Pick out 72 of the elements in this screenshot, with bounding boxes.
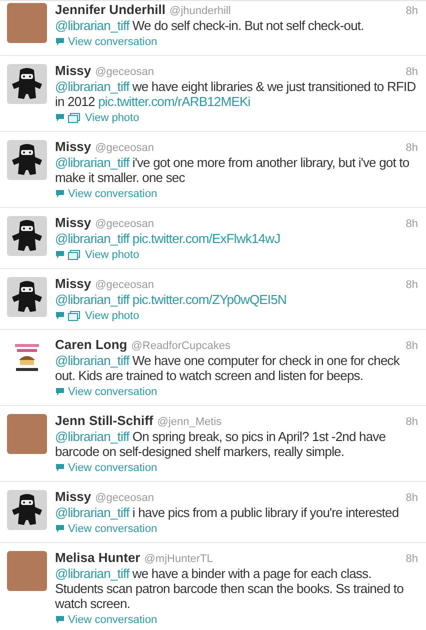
mention-link[interactable]: @librarian_tiff xyxy=(55,505,130,520)
speech-bubble-icon xyxy=(55,250,65,260)
photo-link[interactable]: pic.twitter.com/ZYp0wQEI5N xyxy=(132,292,286,307)
speech-bubble-icon xyxy=(55,524,65,534)
timestamp[interactable]: 8h xyxy=(406,552,418,566)
mention-link[interactable]: @librarian_tiff xyxy=(55,429,130,444)
mention-link[interactable]: @librarian_tiff xyxy=(55,292,130,307)
user-name[interactable]: Missy xyxy=(55,64,92,78)
view-conversation-link[interactable]: View conversation xyxy=(55,35,158,49)
timestamp[interactable]: 8h xyxy=(406,339,418,353)
photo-link[interactable]: pic.twitter.com/rARB12MEKi xyxy=(98,94,250,109)
speech-bubble-icon xyxy=(55,387,65,397)
speech-bubble-icon xyxy=(55,37,65,47)
user-name[interactable]: Melisa Hunter xyxy=(55,551,140,565)
photo-link[interactable]: pic.twitter.com/ExFlwk14wJ xyxy=(132,231,280,246)
view-conversation-link[interactable]: View conversation xyxy=(55,385,158,399)
mention-link[interactable]: @librarian_tiff xyxy=(55,79,130,94)
timestamp[interactable]: 8h xyxy=(406,65,418,79)
user-name[interactable]: Jennifer Underhill xyxy=(55,3,166,17)
speech-bubble-icon xyxy=(55,615,65,625)
view-conversation-link[interactable]: View conversation xyxy=(55,461,158,475)
speech-bubble-icon xyxy=(55,189,65,199)
tweet-text: @librarian_tiff On spring break, so pics in April? 1st -2nd have barcode on self-designed shelf markers, really simple. xyxy=(55,429,387,459)
image-icon xyxy=(68,311,80,321)
view-conversation-link[interactable]: View conversation xyxy=(55,187,158,201)
speech-bubble-icon xyxy=(55,463,65,473)
view-conversation-link[interactable]: View conversation xyxy=(55,522,158,536)
user-name[interactable]: Missy xyxy=(55,277,92,291)
user-handle: @geceosan xyxy=(95,141,154,155)
timestamp[interactable]: 8h xyxy=(406,141,418,155)
timestamp[interactable]: 8h xyxy=(406,415,418,429)
user-handle: @geceosan xyxy=(95,491,154,505)
speech-bubble-icon xyxy=(55,113,65,123)
user-name[interactable]: Missy xyxy=(55,490,92,504)
speech-bubble-icon xyxy=(55,311,65,321)
tweet-text: @librarian_tiff We have one computer for check in one for check out. Kids are trained to watch screen and listen for beeps. xyxy=(55,353,401,383)
user-handle: @geceosan xyxy=(95,217,154,231)
user-name[interactable]: Missy xyxy=(55,216,92,230)
tweet-text: @librarian_tiff i have pics from a public library if you're interested xyxy=(55,505,400,520)
user-handle: @geceosan xyxy=(95,65,154,79)
mention-link[interactable]: @librarian_tiff xyxy=(55,353,130,368)
user-handle: @jenn_Metis xyxy=(157,415,222,429)
ninja-doll-avatar-icon[interactable] xyxy=(7,140,47,180)
mention-link[interactable]: @librarian_tiff xyxy=(55,155,130,170)
user-handle: @ReadforCupcakes xyxy=(131,339,230,353)
user-handle: @geceosan xyxy=(95,278,154,292)
tweet-text: @librarian_tiff we have a binder with a page for each class. Students scan patron barcode then scan the books. Ss trained to watch screen. xyxy=(55,566,404,611)
image-icon xyxy=(68,250,80,260)
mention-link[interactable]: @librarian_tiff xyxy=(55,18,130,33)
timestamp[interactable]: 8h xyxy=(406,4,418,18)
user-name[interactable]: Jenn Still-Schiff xyxy=(55,414,154,428)
timestamp[interactable]: 8h xyxy=(406,217,418,231)
ninja-doll-avatar-icon[interactable] xyxy=(7,490,47,530)
view-photo-link[interactable]: View photo xyxy=(55,111,140,125)
ninja-doll-avatar-icon[interactable] xyxy=(7,277,47,317)
user-handle: @jhunderhill xyxy=(170,4,231,18)
tweet-text: @librarian_tiff we have eight libraries & we just transitioned to RFID in 2012 pic.twitter.com/rARB12MEKi xyxy=(55,79,417,109)
tweet-text: @librarian_tiff We do self check-in. But not self check-out. xyxy=(55,18,365,33)
ninja-doll-avatar-icon[interactable] xyxy=(7,64,47,104)
mention-link[interactable]: @librarian_tiff xyxy=(55,231,130,246)
view-photo-link[interactable]: View photo xyxy=(55,248,140,262)
user-name[interactable]: Caren Long xyxy=(55,338,128,352)
user-name[interactable]: Missy xyxy=(55,140,92,154)
mention-link[interactable]: @librarian_tiff xyxy=(55,566,130,581)
tweet-text: @librarian_tiff i've got one more from another library, but i've got to make it smaller. one sec xyxy=(55,155,410,185)
timestamp[interactable]: 8h xyxy=(406,278,418,292)
image-icon xyxy=(68,113,80,123)
user-handle: @mjHunterTL xyxy=(144,552,213,566)
view-conversation-link[interactable]: View conversation xyxy=(55,613,158,627)
view-photo-link[interactable]: View photo xyxy=(55,309,140,323)
ninja-doll-avatar-icon[interactable] xyxy=(7,216,47,256)
timestamp[interactable]: 8h xyxy=(406,491,418,505)
